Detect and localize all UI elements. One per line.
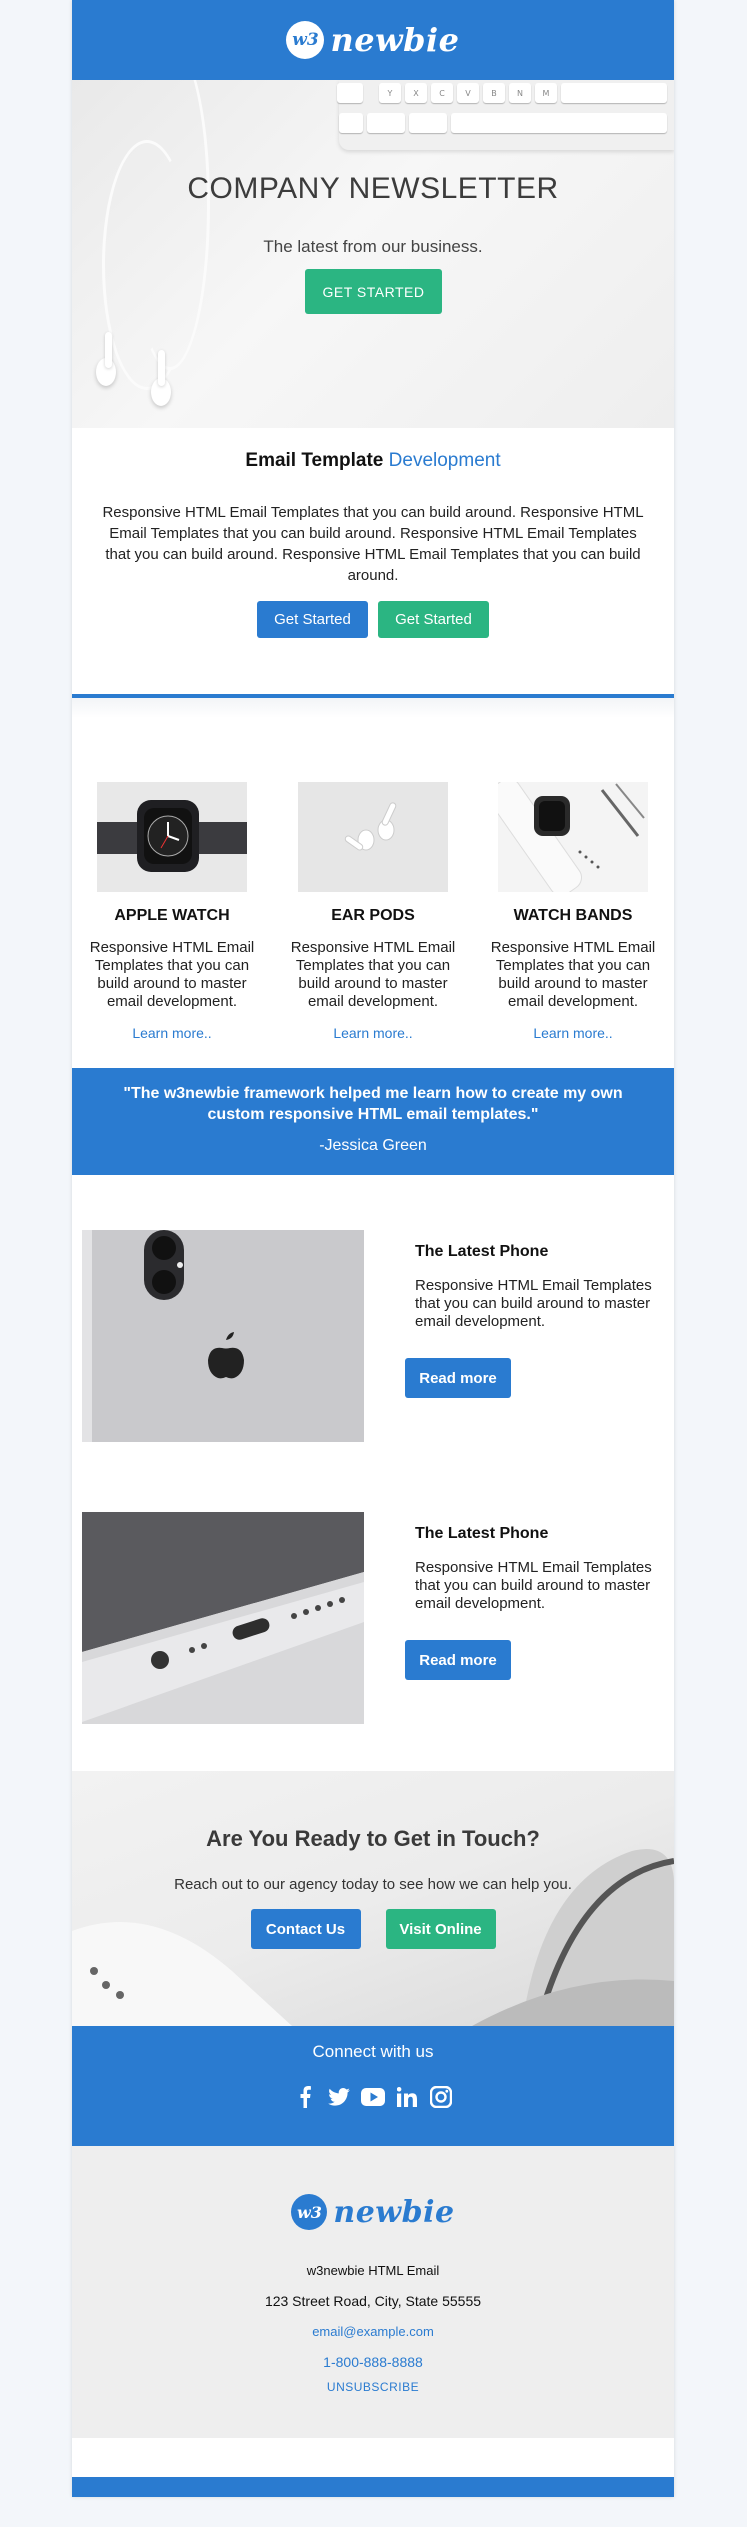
apple-watch-icon (97, 800, 247, 872)
contact-buttons: Contact Us Visit Online (72, 1909, 674, 1949)
product-description: Responsive HTML Email Templates that you… (490, 939, 656, 1010)
hero-title: COMPANY NEWSLETTER (187, 172, 559, 205)
watch-bands-image (498, 782, 648, 892)
feature-title: The Latest Phone (415, 1243, 549, 1260)
youtube-icon[interactable] (360, 2084, 386, 2110)
keyboard-key: Y (379, 83, 401, 103)
keyboard-key (339, 113, 363, 133)
intro-body: Responsive HTML Email Templates that you… (102, 504, 644, 584)
keyboard-key (337, 83, 363, 103)
keyboard-key (367, 113, 405, 133)
keyboard-key: B (483, 83, 505, 103)
read-more-button[interactable]: Read more (405, 1358, 511, 1398)
feature-description: Responsive HTML Email Templates that you… (415, 1559, 652, 1612)
instagram-icon[interactable] (428, 2084, 454, 2110)
contact-subtitle: Reach out to our agency today to see how… (174, 1876, 572, 1893)
iphone-ports-icon (82, 1512, 364, 1724)
visit-online-button[interactable]: Visit Online (385, 1909, 496, 1949)
twitter-icon[interactable] (326, 2084, 352, 2110)
intro-get-started-button[interactable]: Get Started (257, 601, 368, 638)
linkedin-icon[interactable] (394, 2084, 420, 2110)
product-card: EAR PODS Responsive HTML Email Templates… (273, 782, 473, 1041)
earpods-icon (344, 802, 397, 851)
product-name: EAR PODS (331, 907, 415, 924)
social-icons (72, 2084, 674, 2110)
product-card: APPLE WATCH Responsive HTML Email Templa… (72, 782, 272, 1041)
keyboard-key: V (457, 83, 479, 103)
phone-back-image (82, 1230, 364, 1442)
section-divider (72, 694, 674, 718)
watch-band-icon (498, 782, 645, 892)
ear-pods-image (298, 782, 448, 892)
facebook-icon[interactable] (292, 2084, 318, 2110)
email-header: w3 newbie (72, 0, 674, 80)
products-section: APPLE WATCH Responsive HTML Email Templa… (72, 718, 674, 1068)
testimonial-author: -Jessica Green (319, 1137, 427, 1154)
footer-phone-link[interactable]: 1-800-888-8888 (72, 2354, 674, 2370)
testimonial-quote: "The w3newbie framework helped me learn … (123, 1085, 623, 1123)
hero-banner: Y X C V B N M COMPANY NEWSLETTER The lat… (72, 80, 674, 428)
earbud-stem (105, 332, 112, 368)
feature-title: The Latest Phone (415, 1525, 549, 1542)
feature-description: Responsive HTML Email Templates that you… (415, 1277, 652, 1330)
footer-logo-text: newbie (333, 2194, 455, 2230)
footer-address: 123 Street Road, City, State 55555 (264, 2293, 482, 2309)
keyboard-key: M (535, 83, 557, 103)
footer-email-link[interactable]: email@example.com (72, 2324, 674, 2339)
product-name: WATCH BANDS (513, 907, 633, 924)
feature-row: The Latest Phone Responsive HTML Email T… (82, 1230, 674, 1442)
unsubscribe-link[interactable]: UNSUBSCRIBE (72, 2380, 674, 2394)
learn-more-link[interactable]: Learn more.. (273, 1025, 473, 1041)
keyboard-image: Y X C V B N M (337, 80, 674, 150)
footer: w3 newbie w3newbie HTML Email 123 Street… (72, 2146, 674, 2438)
feature-row: The Latest Phone Responsive HTML Email T… (82, 1512, 674, 1724)
intro-title-text: Email Template (245, 450, 384, 471)
brand-logo[interactable]: w3 newbie (286, 21, 459, 59)
learn-more-link[interactable]: Learn more.. (473, 1025, 673, 1041)
keyboard-key (561, 83, 667, 103)
logo-text: newbie (330, 21, 460, 59)
footer-company: w3newbie HTML Email (306, 2263, 440, 2278)
intro-title-accent: Development (388, 450, 501, 471)
keyboard-key (409, 113, 447, 133)
footer-logo[interactable]: w3 newbie (72, 2194, 674, 2230)
contact-us-button[interactable]: Contact Us (250, 1909, 361, 1949)
product-description: Responsive HTML Email Templates that you… (89, 939, 255, 1010)
keyboard-key: C (431, 83, 453, 103)
apple-watch-image (97, 782, 247, 892)
product-card: WATCH BANDS Responsive HTML Email Templa… (473, 782, 673, 1041)
intro-get-started-secondary-button[interactable]: Get Started (378, 601, 489, 638)
email-container: w3 newbie Y X C V B N M COMPANY NEWSLETT… (72, 0, 674, 2497)
bottom-bar (72, 2477, 674, 2497)
keyboard-key: X (405, 83, 427, 103)
phone-bottom-image (82, 1512, 364, 1724)
contact-background-art (72, 1849, 674, 2026)
product-name: APPLE WATCH (114, 907, 230, 924)
intro-title: Email Template Development (72, 450, 674, 472)
social-section: Connect with us (72, 2026, 674, 2146)
intro-buttons: Get Started Get Started (72, 601, 674, 638)
keyboard-key (451, 113, 667, 133)
keyboard-key: N (509, 83, 531, 103)
contact-section: Are You Ready to Get in Touch? Reach out… (72, 1771, 674, 2026)
hero-subtitle: The latest from our business. (263, 237, 483, 256)
testimonial-banner: "The w3newbie framework helped me learn … (72, 1068, 674, 1175)
features-section: The Latest Phone Responsive HTML Email T… (72, 1175, 674, 1771)
contact-title: Are You Ready to Get in Touch? (206, 1826, 540, 1851)
footer-logo-badge: w3 (291, 2194, 328, 2230)
intro-section: Email Template Development Responsive HT… (72, 428, 674, 694)
learn-more-link[interactable]: Learn more.. (72, 1025, 272, 1041)
read-more-button[interactable]: Read more (405, 1640, 511, 1680)
earbud-stem (158, 350, 165, 386)
product-description: Responsive HTML Email Templates that you… (290, 939, 456, 1010)
get-started-button[interactable]: GET STARTED (305, 269, 442, 314)
social-title: Connect with us (312, 2042, 434, 2061)
logo-badge: w3 (286, 21, 325, 59)
iphone-back-icon (82, 1230, 364, 1442)
